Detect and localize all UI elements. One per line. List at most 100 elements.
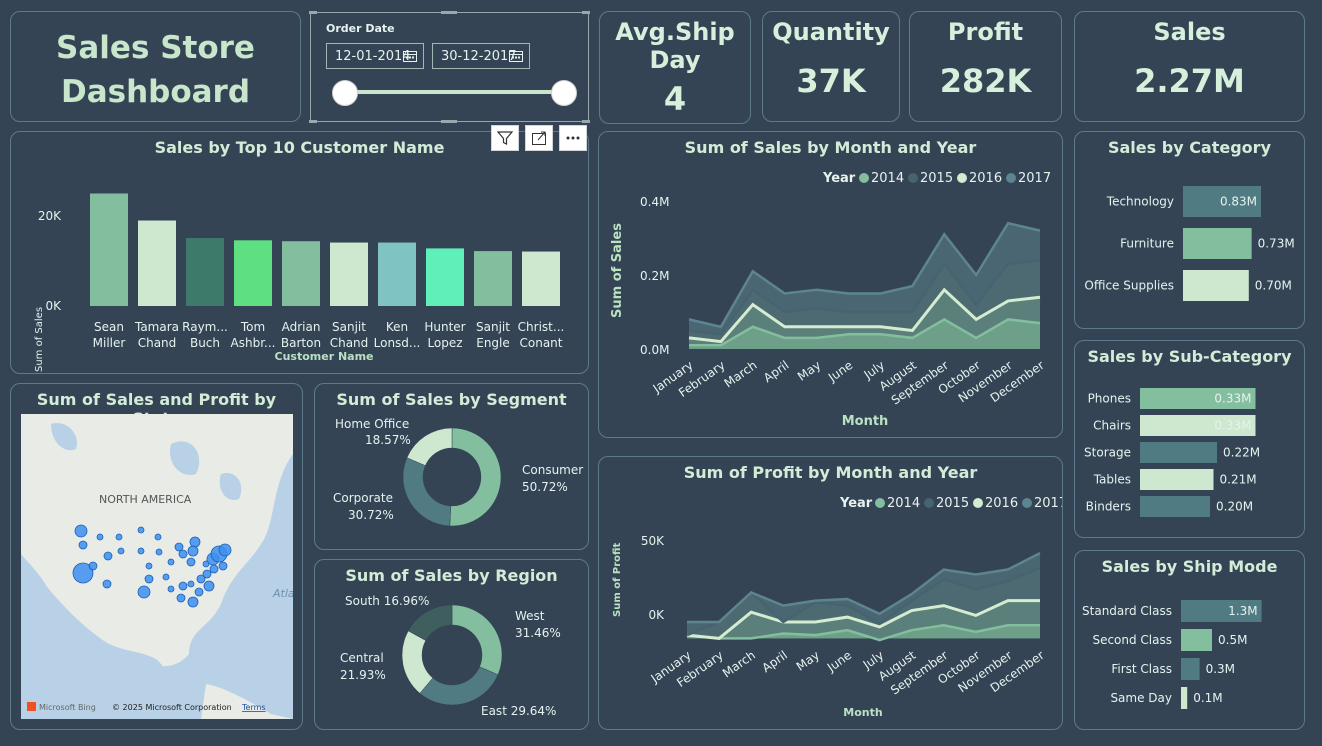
state-bubble[interactable]	[96, 533, 104, 541]
map-terms-link[interactable]: Terms	[241, 703, 266, 712]
more-options-icon[interactable]	[559, 125, 587, 151]
state-bubble[interactable]	[189, 536, 201, 548]
resize-handle[interactable]	[441, 120, 457, 123]
state-bubble[interactable]	[202, 569, 212, 579]
legend-item[interactable]: 2014	[871, 171, 904, 186]
legend-item[interactable]: 2016	[969, 171, 1002, 186]
profit-month-card[interactable]: Sum of Profit by Month and Year Year 201…	[598, 456, 1063, 730]
focus-mode-icon[interactable]	[525, 125, 553, 151]
state-bubble[interactable]	[194, 587, 204, 597]
state-bubble[interactable]	[144, 574, 154, 584]
state-bubble[interactable]	[187, 580, 195, 588]
state-bubble[interactable]	[202, 560, 210, 568]
customer-bar[interactable]	[474, 251, 512, 306]
state-bubble[interactable]	[186, 557, 196, 567]
profit-month-area-chart[interactable]: Year 2014 2015 2016 2017 50K 0K Sum of Prof…	[599, 457, 1062, 729]
donut-slice[interactable]	[449, 427, 502, 527]
state-bubble[interactable]	[137, 585, 151, 599]
slider-end-handle[interactable]	[551, 80, 577, 106]
map-card[interactable]: Sum of Sales and Profit by State NORTH A…	[10, 383, 303, 730]
customer-bar[interactable]	[378, 242, 416, 306]
calendar-icon[interactable]	[403, 50, 417, 62]
resize-handle[interactable]	[441, 11, 457, 14]
customer-bar[interactable]	[90, 193, 128, 307]
state-bubble[interactable]	[176, 593, 186, 603]
calendar-icon[interactable]	[509, 50, 523, 62]
state-bubble[interactable]	[117, 547, 125, 555]
state-bubble[interactable]	[103, 551, 113, 561]
sales-month-area-chart[interactable]: Year 2014 2015 2016 2017 0.4M 0.2M 0.0M Sum…	[599, 132, 1062, 437]
state-bubble[interactable]	[154, 533, 162, 541]
state-bubble[interactable]	[74, 524, 88, 538]
bar[interactable]	[1140, 469, 1214, 490]
state-bubble[interactable]	[167, 558, 175, 566]
bar[interactable]	[1140, 442, 1217, 463]
start-date-input[interactable]: 12-01-2014	[326, 43, 424, 69]
donut-slice[interactable]	[419, 666, 499, 706]
state-bubble[interactable]	[218, 561, 228, 571]
bar[interactable]	[1183, 270, 1249, 301]
end-date-input[interactable]: 30-12-2017	[432, 43, 530, 69]
state-bubble[interactable]	[115, 533, 123, 541]
legend-item[interactable]: 2015	[920, 171, 953, 186]
donut-slice[interactable]	[406, 427, 453, 466]
bar[interactable]	[1140, 496, 1210, 517]
customer-bar[interactable]	[138, 220, 176, 307]
bar[interactable]	[1181, 658, 1200, 680]
segment-card[interactable]: Sum of Sales by Segment Consumer 50.72% …	[314, 383, 589, 550]
sales-month-card[interactable]: Sum of Sales by Month and Year Year 2014…	[598, 131, 1063, 438]
segment-donut-chart[interactable]: Consumer 50.72% Corporate 30.72% Home Of…	[315, 384, 588, 549]
bar[interactable]	[1181, 687, 1188, 709]
legend-item[interactable]: 2017	[1018, 171, 1051, 186]
customer-bar[interactable]	[234, 240, 272, 306]
customer-bar[interactable]	[426, 248, 464, 306]
category-bar-chart[interactable]: Technology 0.83M Furniture 0.73M Office Supp…	[1075, 132, 1304, 328]
state-bubble[interactable]	[78, 540, 88, 550]
state-bubble[interactable]	[209, 564, 219, 574]
state-bubble[interactable]	[155, 548, 163, 556]
donut-slice[interactable]	[451, 604, 503, 676]
resize-handle[interactable]	[309, 11, 317, 14]
bar[interactable]	[1181, 629, 1212, 651]
region-donut-chart[interactable]: West 31.46% East 29.64% Central 21.93% S…	[315, 560, 588, 729]
legend-item[interactable]: 2014	[887, 496, 920, 511]
state-bubble[interactable]	[102, 579, 112, 589]
order-date-slicer[interactable]: Order Date 12-01-2014 30-12-2017	[309, 11, 590, 123]
customer-chart-card[interactable]: Sales by Top 10 Customer Name Sum of Sal…	[10, 125, 589, 374]
filter-icon[interactable]	[491, 125, 519, 151]
sales-profit-map[interactable]: NORTH AMERICA Atla Microsoft Bing © 2025…	[21, 414, 293, 719]
state-bubble[interactable]	[187, 545, 199, 557]
subcategory-card[interactable]: Sales by Sub-Category Phones 0.33M Chairs 0…	[1074, 340, 1305, 538]
customer-bar[interactable]	[330, 242, 368, 306]
category-card[interactable]: Sales by Category Technology 0.83M Furnitu…	[1074, 131, 1305, 329]
customer-bar[interactable]	[522, 251, 560, 306]
legend-item[interactable]: 2015	[936, 496, 969, 511]
legend-item[interactable]: 2016	[985, 496, 1018, 511]
state-bubble[interactable]	[88, 561, 98, 571]
ship-mode-bar-chart[interactable]: Standard Class 1.3M Second Class 0.5M First …	[1075, 551, 1304, 729]
slider-track[interactable]	[344, 90, 564, 94]
state-bubble[interactable]	[137, 547, 145, 555]
state-bubble[interactable]	[162, 573, 170, 581]
customer-bar[interactable]	[186, 238, 224, 306]
customer-bar[interactable]	[282, 241, 320, 306]
slider-start-handle[interactable]	[332, 80, 358, 106]
state-bubble[interactable]	[187, 596, 199, 608]
region-card[interactable]: Sum of Sales by Region West 31.46% East …	[314, 559, 589, 730]
state-bubble[interactable]	[145, 562, 153, 570]
resize-handle[interactable]	[582, 11, 590, 14]
legend-item[interactable]: 2017	[1034, 496, 1062, 511]
resize-handle[interactable]	[582, 120, 590, 123]
customer-bar-chart[interactable]: Sum of Sales 20K 0K Sean Miller Tamara Chan…	[11, 132, 588, 373]
resize-handle[interactable]	[309, 120, 317, 123]
state-bubble[interactable]	[203, 580, 215, 592]
subcategory-bar-chart[interactable]: Phones 0.33M Chairs 0.33M Storage 0.22M Tables…	[1075, 341, 1304, 537]
state-bubble[interactable]	[218, 543, 232, 557]
ship-mode-card[interactable]: Sales by Ship Mode Standard Class 1.3M Sec…	[1074, 550, 1305, 730]
state-bubble[interactable]	[137, 526, 145, 534]
state-bubble[interactable]	[178, 549, 188, 559]
state-bubble[interactable]	[167, 585, 175, 593]
donut-slice[interactable]	[402, 457, 451, 527]
state-bubble[interactable]	[178, 581, 188, 591]
bar[interactable]	[1183, 228, 1252, 259]
